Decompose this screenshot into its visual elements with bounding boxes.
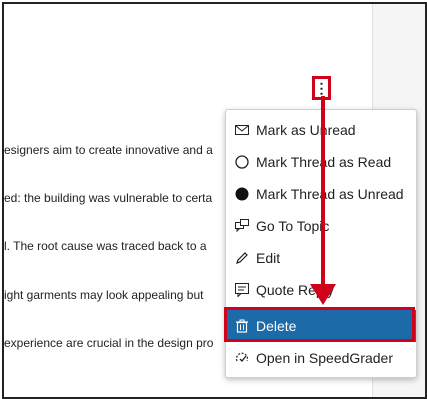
menu-item-label: Mark Thread as Unread: [256, 186, 404, 202]
pencil-icon: [234, 250, 250, 266]
speedgrader-icon: [234, 350, 250, 366]
menu-item-edit[interactable]: Edit: [226, 242, 416, 274]
menu-item-label: Mark Thread as Read: [256, 154, 392, 170]
menu-item-label: Delete: [256, 318, 297, 334]
menu-item-label: Quote Reply: [256, 282, 334, 298]
post-options-menu: Mark as Unread Mark Thread as Read Mark …: [225, 109, 417, 378]
menu-item-label: Go To Topic: [256, 218, 330, 234]
trash-icon: [234, 318, 250, 334]
mail-icon: [234, 122, 250, 138]
filled-circle-icon: [234, 186, 250, 202]
menu-item-label: Open in SpeedGrader: [256, 350, 393, 366]
post-snippet: experience are crucial in the design pro: [4, 336, 214, 350]
post-snippet: ed: the building was vulnerable to certa: [4, 191, 213, 205]
post-snippet: esigners aim to create innovative and a: [4, 143, 213, 157]
quote-icon: [234, 282, 250, 298]
more-options-button[interactable]: ⋮: [312, 76, 331, 100]
menu-item-mark-thread-read[interactable]: Mark Thread as Read: [226, 146, 416, 178]
discussions-icon: [234, 218, 250, 234]
menu-item-go-to-topic[interactable]: Go To Topic: [226, 210, 416, 242]
menu-item-open-speedgrader[interactable]: Open in SpeedGrader: [226, 342, 416, 374]
menu-item-label: Edit: [256, 250, 281, 266]
empty-circle-icon: [234, 154, 250, 170]
menu-item-label: Mark as Unread: [256, 122, 356, 138]
menu-item-mark-thread-unread[interactable]: Mark Thread as Unread: [226, 178, 416, 210]
menu-item-delete[interactable]: Delete: [226, 310, 416, 342]
menu-item-mark-as-unread[interactable]: Mark as Unread: [226, 114, 416, 146]
post-snippet: l. The root cause was traced back to a: [4, 239, 207, 253]
post-snippet: ight garments may look appealing but: [4, 288, 204, 302]
menu-item-quote-reply[interactable]: Quote Reply: [226, 274, 416, 306]
